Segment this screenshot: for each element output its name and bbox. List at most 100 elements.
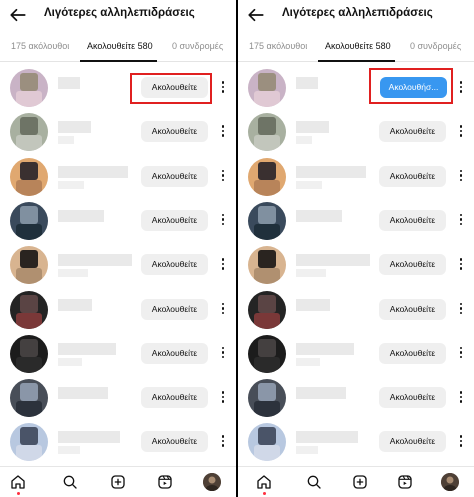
list-item[interactable]: Ακολουθείτε: [238, 376, 474, 420]
following-button[interactable]: Ακολουθείτε: [379, 165, 446, 187]
back-arrow-icon[interactable]: [247, 6, 265, 24]
more-options-icon[interactable]: [457, 212, 465, 230]
more-options-icon[interactable]: [219, 256, 227, 274]
following-button[interactable]: Ακολουθείτε: [379, 298, 446, 320]
avatar[interactable]: [10, 113, 48, 152]
following-button[interactable]: Ακολουθείτε: [141, 431, 208, 453]
list-item[interactable]: Ακολουθείτε: [0, 243, 236, 287]
avatar[interactable]: [10, 290, 48, 329]
more-options-icon[interactable]: [457, 345, 465, 363]
back-arrow-icon[interactable]: [9, 6, 27, 24]
list-item[interactable]: Ακολουθείτε: [238, 288, 474, 332]
tab-following[interactable]: Ακολουθείτε 580: [87, 41, 153, 51]
following-button[interactable]: Ακολουθείτε: [141, 298, 208, 320]
create-icon[interactable]: [110, 474, 126, 490]
home-icon[interactable]: [256, 474, 272, 490]
avatar[interactable]: [248, 246, 286, 285]
avatar[interactable]: [10, 423, 48, 462]
more-options-icon[interactable]: [219, 345, 227, 363]
list-item[interactable]: Ακολουθήσ...: [238, 66, 474, 110]
list-item[interactable]: Ακολουθείτε: [238, 110, 474, 154]
following-button-active[interactable]: Ακολουθήσ...: [380, 77, 447, 98]
following-button[interactable]: Ακολουθείτε: [379, 431, 446, 453]
avatar[interactable]: [10, 379, 48, 418]
more-options-icon[interactable]: [219, 168, 227, 186]
avatar[interactable]: [10, 157, 48, 196]
profile-avatar[interactable]: [203, 473, 221, 491]
username-redacted: [296, 121, 329, 134]
tab-subscriptions[interactable]: 0 συνδρομές: [410, 41, 461, 51]
tab-followers[interactable]: 175 ακόλουθοι: [249, 41, 307, 51]
following-button[interactable]: Ακολουθείτε: [141, 165, 208, 187]
list-item[interactable]: Ακολουθείτε: [0, 155, 236, 199]
following-button[interactable]: Ακολουθείτε: [141, 342, 208, 364]
avatar[interactable]: [248, 334, 286, 373]
following-button[interactable]: Ακολουθείτε: [141, 387, 208, 409]
search-icon[interactable]: [306, 474, 322, 490]
more-options-icon[interactable]: [457, 433, 465, 451]
list-item[interactable]: Ακολουθείτε: [0, 332, 236, 376]
list-item[interactable]: Ακολουθείτε: [0, 110, 236, 154]
more-options-icon[interactable]: [219, 123, 227, 141]
search-icon[interactable]: [62, 474, 78, 490]
more-options-icon[interactable]: [457, 301, 465, 319]
more-options-icon[interactable]: [457, 123, 465, 141]
list-item[interactable]: Ακολουθείτε: [0, 199, 236, 243]
following-button[interactable]: Ακολουθείτε: [379, 209, 446, 231]
list-item[interactable]: Ακολουθείτε: [238, 199, 474, 243]
avatar[interactable]: [248, 379, 286, 418]
following-button[interactable]: Ακολουθείτε: [141, 121, 208, 143]
reels-icon[interactable]: [397, 474, 413, 490]
following-button[interactable]: Ακολουθείτε: [141, 209, 208, 231]
fullname-redacted: [58, 269, 88, 278]
page-title: Λιγότερες αλληλεπιδράσεις: [282, 7, 433, 19]
more-options-icon[interactable]: [457, 79, 465, 97]
username-redacted: [296, 431, 358, 444]
avatar[interactable]: [248, 113, 286, 152]
reels-icon[interactable]: [157, 474, 173, 490]
create-icon[interactable]: [352, 474, 368, 490]
avatar[interactable]: [10, 201, 48, 240]
list-item[interactable]: Ακολουθείτε: [0, 66, 236, 110]
fullname-redacted: [296, 446, 318, 455]
fullname-redacted: [296, 180, 322, 189]
list-item[interactable]: Ακολουθείτε: [0, 420, 236, 464]
list-item[interactable]: Ακολουθείτε: [0, 288, 236, 332]
list-item[interactable]: Ακολουθείτε: [238, 243, 474, 287]
following-button[interactable]: Ακολουθείτε: [379, 121, 446, 143]
more-options-icon[interactable]: [219, 79, 227, 97]
avatar[interactable]: [10, 334, 48, 373]
following-button[interactable]: Ακολουθείτε: [141, 77, 208, 98]
tab-following[interactable]: Ακολουθείτε 580: [325, 41, 391, 51]
username-redacted: [58, 254, 132, 267]
more-options-icon[interactable]: [219, 389, 227, 407]
following-button[interactable]: Ακολουθείτε: [379, 342, 446, 364]
list-item[interactable]: Ακολουθείτε: [238, 332, 474, 376]
more-options-icon[interactable]: [457, 389, 465, 407]
following-button[interactable]: Ακολουθείτε: [379, 387, 446, 409]
avatar[interactable]: [10, 69, 48, 107]
more-options-icon[interactable]: [219, 301, 227, 319]
more-options-icon[interactable]: [219, 433, 227, 451]
avatar[interactable]: [10, 246, 48, 285]
more-options-icon[interactable]: [219, 212, 227, 230]
following-button[interactable]: Ακολουθείτε: [379, 254, 446, 276]
tab-subscriptions[interactable]: 0 συνδρομές: [172, 41, 223, 51]
avatar[interactable]: [248, 290, 286, 329]
avatar[interactable]: [248, 157, 286, 196]
avatar[interactable]: [248, 423, 286, 462]
list-item[interactable]: Ακολουθείτε: [238, 155, 474, 199]
avatar[interactable]: [248, 201, 286, 240]
list-item[interactable]: Ακολουθείτε: [0, 376, 236, 420]
tab-followers[interactable]: 175 ακόλουθοι: [11, 41, 69, 51]
profile-avatar[interactable]: [441, 473, 459, 491]
more-options-icon[interactable]: [457, 168, 465, 186]
list-item[interactable]: Ακολουθείτε: [238, 420, 474, 464]
username-redacted: [58, 77, 80, 89]
fullname-redacted: [58, 180, 84, 189]
home-icon[interactable]: [10, 474, 26, 490]
avatar[interactable]: [248, 69, 286, 107]
username-redacted: [296, 165, 366, 178]
more-options-icon[interactable]: [457, 256, 465, 274]
following-button[interactable]: Ακολουθείτε: [141, 254, 208, 276]
